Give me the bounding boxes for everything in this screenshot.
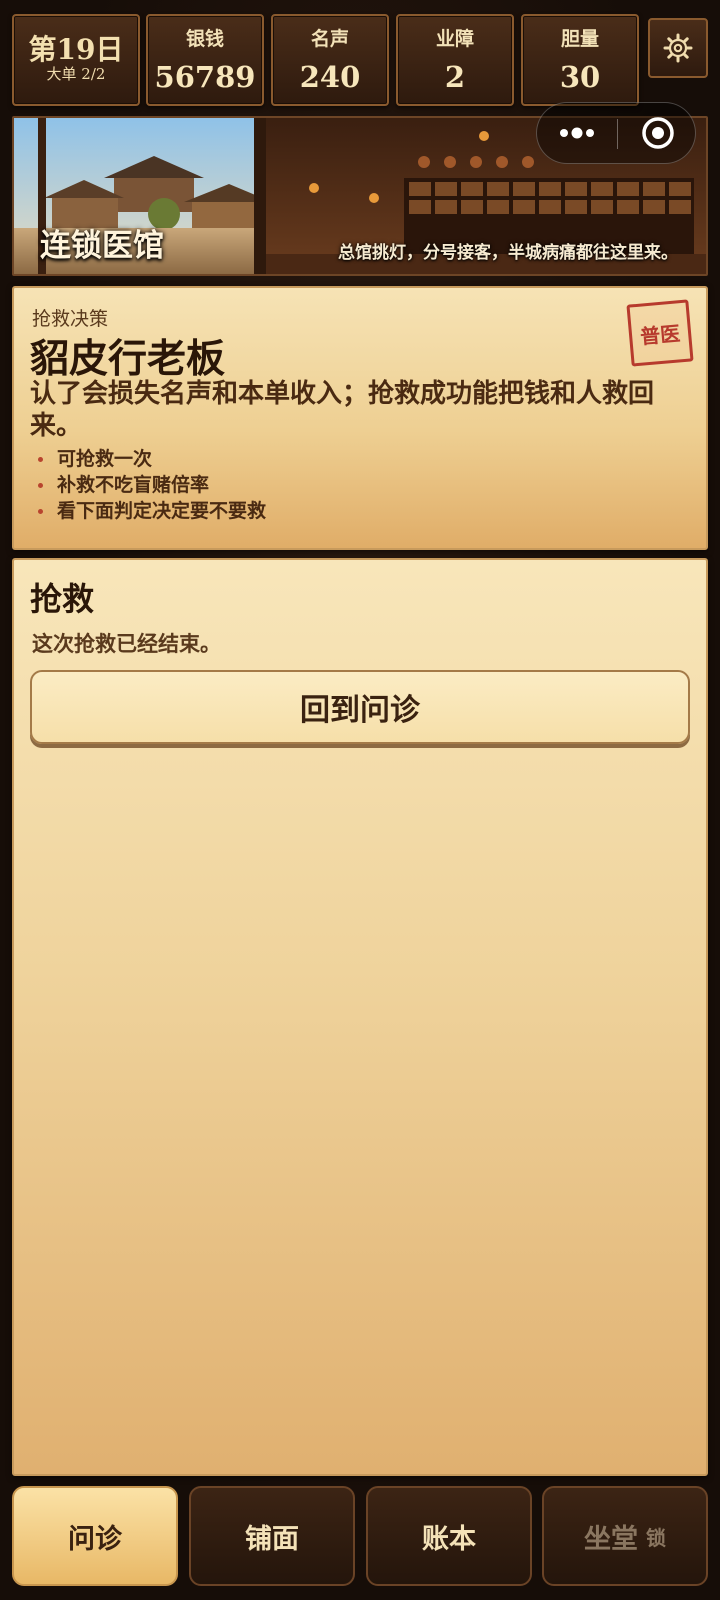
decision-point-text: 补救不吃盲赌倍率 — [57, 474, 210, 496]
stat-courage-label: 胆量 — [560, 28, 599, 50]
day-counter: 第19日 大单 2/2 — [12, 14, 140, 106]
stat-karma: 业障 2 — [396, 14, 514, 106]
stat-karma-value: 2 — [444, 60, 466, 94]
rescue-decision-card: 抢救决策 貂皮行老板 认了会损失名声和本单收入；抢救成功能把钱和人救回来。 可抢… — [12, 286, 708, 550]
stat-fame: 名声 240 — [271, 14, 389, 106]
stat-courage: 胆量 30 — [521, 14, 639, 106]
rescue-title: 抢救 — [30, 580, 95, 618]
bullet-dot — [38, 482, 43, 488]
nav-tab-ledger[interactable]: 账本 — [366, 1486, 532, 1586]
nav-tab-label: 坐堂 — [584, 1523, 638, 1555]
bullet-dot — [38, 456, 43, 462]
gear-icon — [663, 33, 693, 63]
decision-label: 抢救决策 — [32, 308, 109, 330]
settings-button[interactable] — [648, 18, 708, 78]
nav-tab-shop[interactable]: 铺面 — [189, 1486, 355, 1586]
rescue-status: 这次抢救已经结束。 — [32, 631, 221, 656]
list-item: 看下面判定决定要不要救 — [30, 498, 266, 524]
more-dots-icon — [560, 127, 594, 139]
locked-tag: 锁 — [646, 1525, 666, 1550]
stat-fame-value: 240 — [299, 60, 361, 94]
decision-description: 认了会损失名声和本单收入；抢救成功能把钱和人救回来。 — [30, 379, 655, 441]
nav-tab-consultation[interactable]: 问诊 — [12, 1486, 178, 1586]
miniprogram-capsule — [536, 102, 696, 164]
stat-silver-value: 56789 — [154, 60, 256, 94]
close-miniprogram-button[interactable] — [618, 103, 697, 163]
order-progress: 大单 2/2 — [46, 65, 106, 83]
decision-point-text: 看下面判定决定要不要救 — [57, 500, 267, 522]
decision-point-text: 可抢救一次 — [57, 448, 153, 470]
stat-courage-value: 30 — [559, 60, 601, 94]
patient-name: 貂皮行老板 — [30, 336, 226, 382]
more-button[interactable] — [537, 103, 617, 163]
stat-fame-label: 名声 — [310, 28, 349, 50]
decision-points: 可抢救一次 补救不吃盲赌倍率 看下面判定决定要不要救 — [30, 446, 266, 524]
banner-subtitle: 总馆挑灯，分号接客，半城病痛都往这里来。 — [338, 243, 678, 263]
doctor-rank-stamp: 普医 — [626, 299, 694, 367]
list-item: 可抢救一次 — [30, 446, 266, 472]
bullet-dot — [38, 508, 43, 514]
stat-silver-label: 银钱 — [185, 28, 224, 50]
target-close-icon — [641, 117, 674, 149]
stat-karma-label: 业障 — [435, 28, 474, 50]
rescue-panel: 抢救 这次抢救已经结束。 回到问诊 — [12, 558, 708, 1476]
stat-silver: 银钱 56789 — [146, 14, 264, 106]
list-item: 补救不吃盲赌倍率 — [30, 472, 266, 498]
nav-tab-sit-hall[interactable]: 坐堂锁 — [542, 1486, 708, 1586]
banner-title: 连锁医馆 — [40, 228, 164, 264]
day-label: 第19日 — [28, 33, 124, 66]
back-to-consultation-button[interactable]: 回到问诊 — [30, 670, 690, 744]
